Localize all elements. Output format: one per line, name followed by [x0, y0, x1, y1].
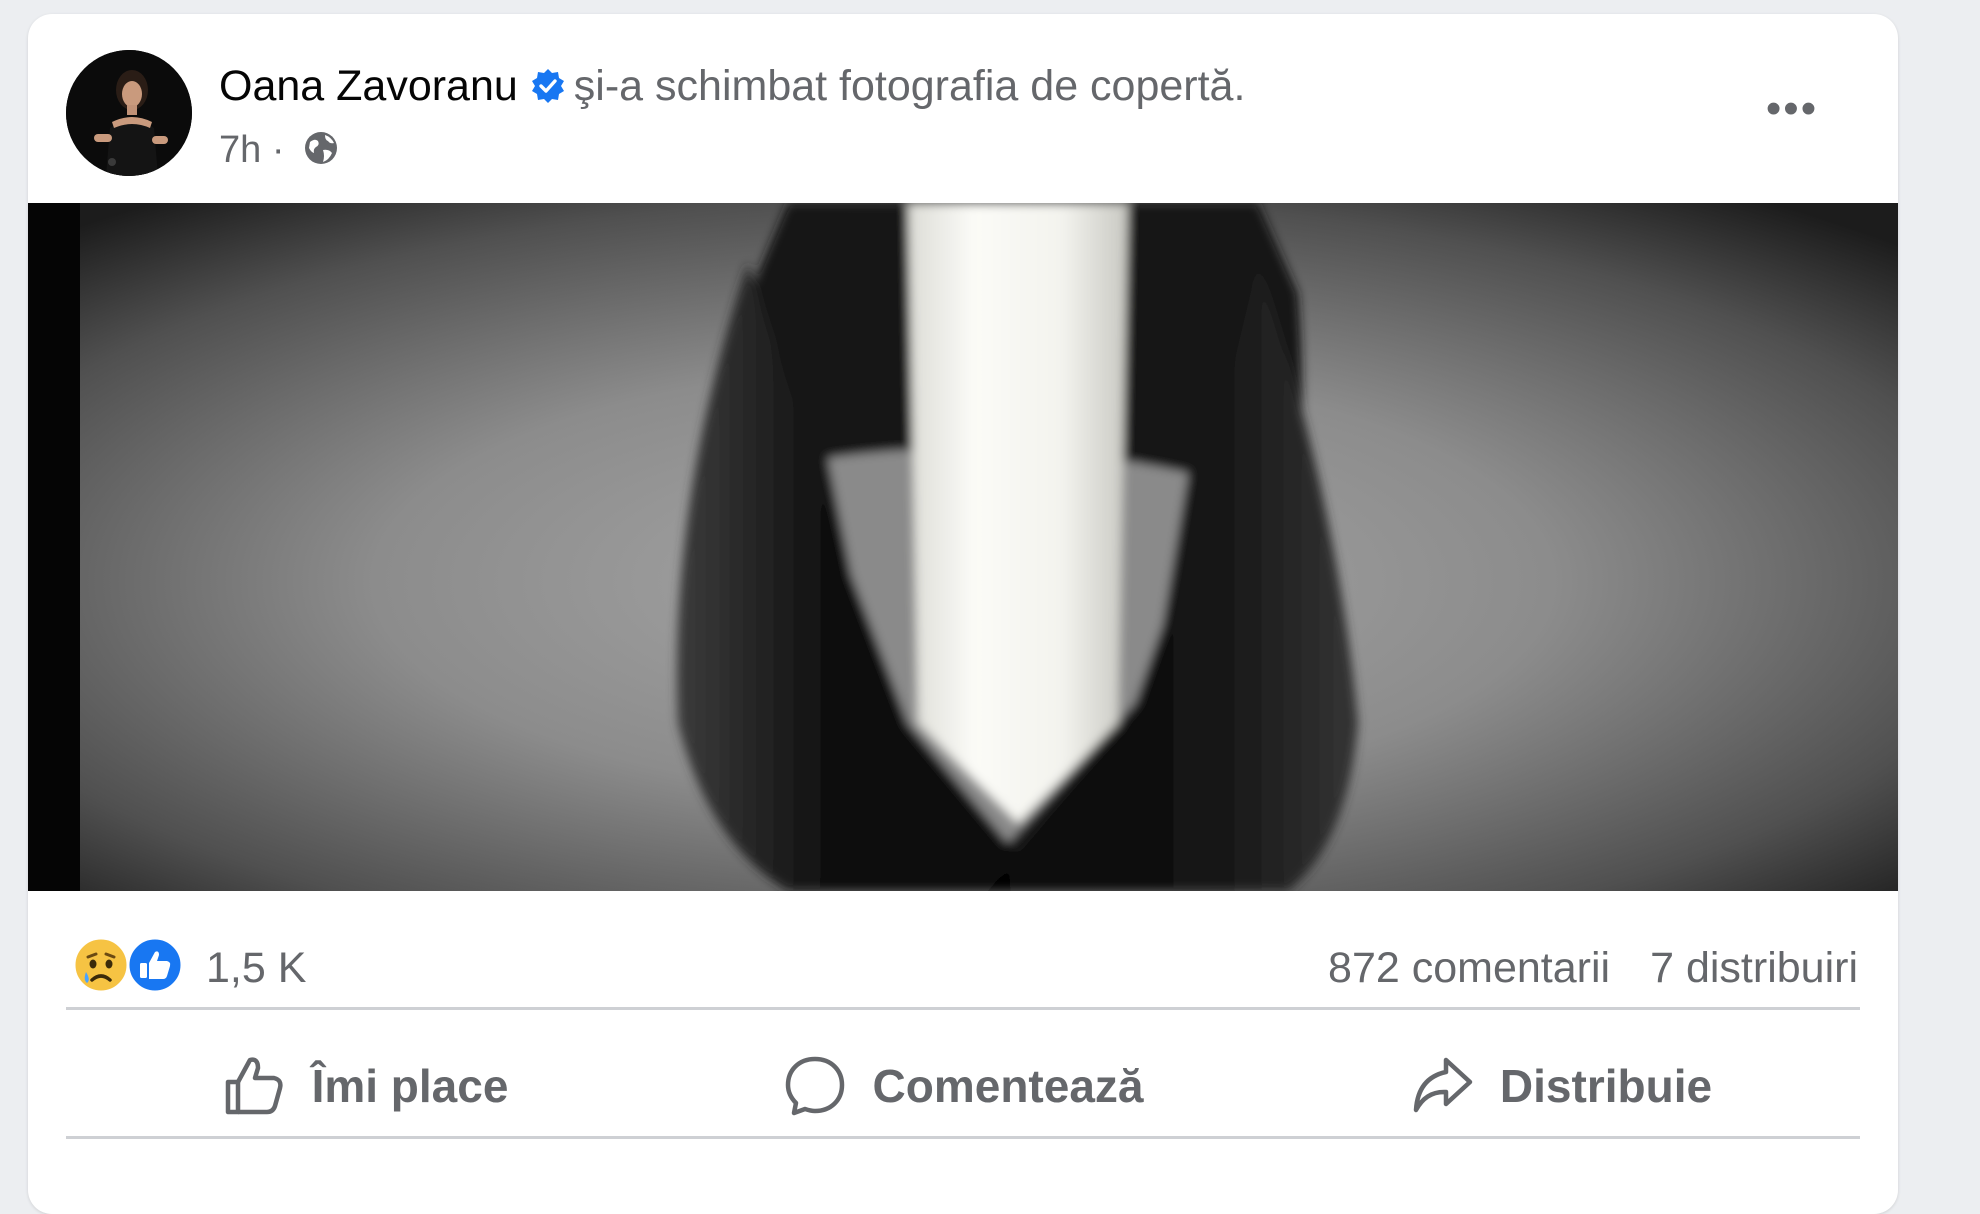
post-meta: 7h · [219, 127, 341, 173]
action-bar: Îmi place Comentează Distribuie [66, 1024, 1860, 1148]
actions-divider [66, 1136, 1860, 1139]
black-mourning-ribbon-image [28, 203, 1898, 891]
post-timestamp[interactable]: 7h [219, 129, 261, 171]
post-card: Oana Zavoranu şi-a schimbat fotografia de… [28, 14, 1898, 1214]
cover-photo[interactable] [28, 203, 1898, 891]
globe-icon[interactable] [301, 128, 341, 168]
share-label: Distribuie [1499, 1060, 1713, 1112]
like-reaction-icon [126, 936, 184, 994]
stats-divider [66, 1007, 1860, 1010]
author-avatar[interactable] [66, 50, 192, 176]
more-options-button[interactable]: ••• [1758, 87, 1826, 144]
author-name[interactable]: Oana Zavoranu [219, 62, 518, 110]
post-action-text: şi-a schimbat fotografia de copertă. [573, 62, 1246, 110]
comment-bubble-icon [785, 1056, 844, 1116]
verified-badge-icon [531, 69, 564, 103]
post-header: Oana Zavoranu şi-a schimbat fotografia de… [28, 14, 1898, 204]
comment-button[interactable]: Comentează [664, 1024, 1262, 1148]
like-button[interactable]: Îmi place [66, 1024, 664, 1148]
comment-label: Comentează [872, 1060, 1144, 1112]
like-label: Îmi place [311, 1060, 509, 1112]
thumbs-up-icon [225, 1057, 283, 1115]
share-button[interactable]: Distribuie [1262, 1024, 1860, 1148]
sad-reaction-icon [72, 936, 130, 994]
comments-count[interactable]: 872 comentarii [1328, 944, 1610, 992]
reaction-count[interactable]: 1,5 K [206, 943, 306, 993]
author-line: Oana Zavoranu şi-a schimbat fotografia de… [219, 60, 1245, 112]
share-arrow-icon [1413, 1057, 1473, 1113]
meta-separator: · [271, 129, 285, 171]
shares-count[interactable]: 7 distribuiri [1650, 944, 1858, 992]
engagement-stats: 872 comentarii 7 distribuiri [1328, 943, 1858, 993]
post-stats: 1,5 K 872 comentarii 7 distribuiri [28, 891, 1898, 1021]
